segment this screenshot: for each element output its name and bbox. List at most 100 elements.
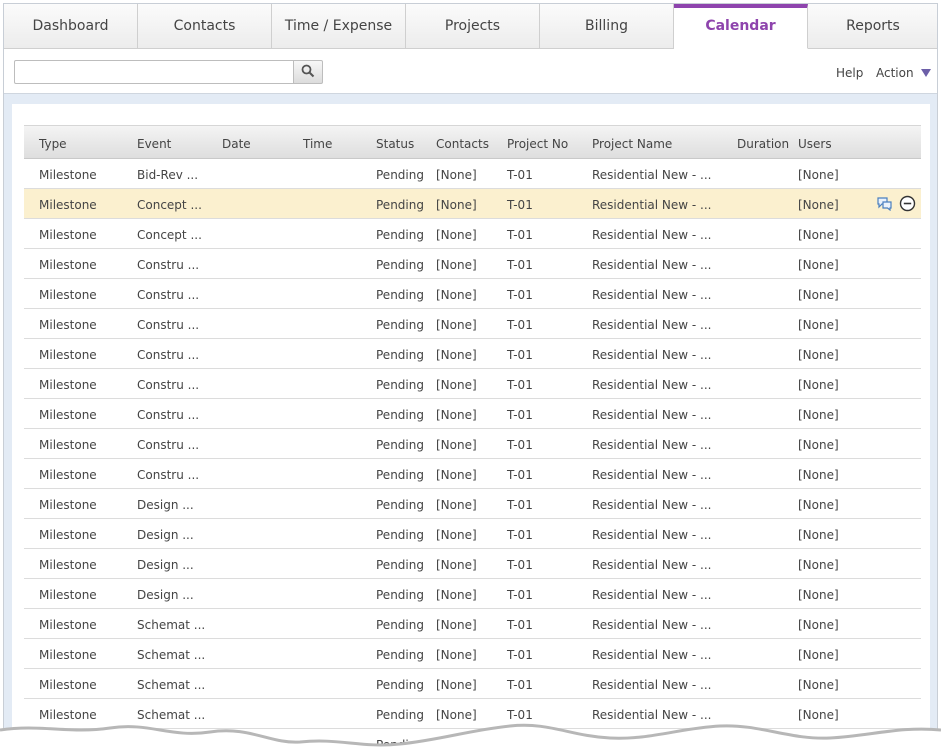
- column-header-type[interactable]: Type: [39, 137, 67, 151]
- table-row[interactable]: Milestone Schemat ... Pending [None] T-01 Res…: [24, 639, 921, 669]
- table-row[interactable]: Milestone Design ... Pending [None] T-01 Resi…: [24, 549, 921, 579]
- tab-reports[interactable]: Reports: [808, 4, 937, 49]
- app-window: Dashboard Contacts Time / Expense Projects B…: [3, 3, 938, 755]
- cell-users: [None]: [798, 168, 839, 182]
- column-header-status[interactable]: Status: [376, 137, 414, 151]
- remove-icon[interactable]: [899, 195, 916, 215]
- cell-project-name: Residential New - ...: [592, 528, 712, 542]
- cell-users: [None]: [798, 318, 839, 332]
- table-row[interactable]: Milestone Bid-Rev ... Pending [None] T-01 Res…: [24, 159, 921, 189]
- cell-users: [None]: [798, 678, 839, 692]
- tab-billing[interactable]: Billing: [540, 4, 674, 49]
- column-header-event[interactable]: Event: [137, 137, 171, 151]
- cell-project-no: T-01: [507, 588, 533, 602]
- cell-users: [None]: [798, 198, 839, 212]
- cell-status: Pending: [376, 678, 424, 692]
- cell-project-no: T-01: [507, 648, 533, 662]
- cell-contacts: [None]: [436, 378, 477, 392]
- cell-project-no: T-01: [507, 498, 533, 512]
- search-input[interactable]: [14, 60, 294, 84]
- table-row[interactable]: Milestone Constru ... Pending [None] T-01 Res…: [24, 399, 921, 429]
- cell-project-no: T-01: [507, 408, 533, 422]
- table-row[interactable]: Milestone Design ... Pending [None] T-01 Resi…: [24, 579, 921, 609]
- cell-project-no: T-01: [507, 558, 533, 572]
- toolbar: Help Action: [4, 49, 937, 94]
- cell-type: Milestone: [39, 168, 97, 182]
- tab-time-expense[interactable]: Time / Expense: [272, 4, 406, 49]
- cell-status: Pending: [376, 588, 424, 602]
- column-header-project-name[interactable]: Project Name: [592, 137, 672, 151]
- cell-project-no: T-01: [507, 528, 533, 542]
- action-menu[interactable]: Action: [876, 66, 931, 80]
- cell-type: Milestone: [39, 348, 97, 362]
- tab-dashboard[interactable]: Dashboard: [4, 4, 138, 49]
- cell-project-name: Residential New - ...: [592, 648, 712, 662]
- table-row[interactable]: Milestone Schemat ... Pending [None] T-01 Res…: [24, 609, 921, 639]
- cell-project-name: Residential New - ...: [592, 558, 712, 572]
- table-row[interactable]: Milestone Constru ... Pending [None] T-01 Res…: [24, 459, 921, 489]
- cell-contacts: [None]: [436, 468, 477, 482]
- grid-body: Milestone Bid-Rev ... Pending [None] T-01 Res…: [24, 159, 921, 754]
- cell-type: Milestone: [39, 558, 97, 572]
- cell-status: Pending: [376, 618, 424, 632]
- cell-users: [None]: [798, 648, 839, 662]
- cell-users: [None]: [798, 348, 839, 362]
- cell-users: [None]: [798, 438, 839, 452]
- table-row[interactable]: Milestone Constru ... Pending [None] T-01 Res…: [24, 309, 921, 339]
- column-header-date[interactable]: Date: [222, 137, 251, 151]
- table-row[interactable]: Milestone Constru ... Pending [None] T-01 Res…: [24, 279, 921, 309]
- help-link[interactable]: Help: [836, 66, 863, 80]
- cell-project-name: Residential New - ...: [592, 258, 712, 272]
- cell-type: Milestone: [39, 648, 97, 662]
- cell-contacts: [None]: [436, 648, 477, 662]
- column-header-contacts[interactable]: Contacts: [436, 137, 489, 151]
- cell-contacts: [None]: [436, 168, 477, 182]
- cell-status: Pending: [376, 648, 424, 662]
- cell-status: Pending: [376, 318, 424, 332]
- table-row[interactable]: Milestone Constru ... Pending [None] T-01 Res…: [24, 339, 921, 369]
- cell-project-no: T-01: [507, 348, 533, 362]
- table-row[interactable]: Milestone Concept ... Pending [None] T-01 Res…: [24, 219, 921, 249]
- tab-contacts[interactable]: Contacts: [138, 4, 272, 49]
- cell-users: [None]: [798, 558, 839, 572]
- cell-event: Constru ...: [137, 378, 200, 392]
- calendar-grid: Type Event Date Time Status Contacts Pro…: [24, 125, 921, 754]
- grid-header: Type Event Date Time Status Contacts Pro…: [24, 125, 921, 159]
- cell-status: Pending: [376, 288, 424, 302]
- table-row[interactable]: Milestone Design ... Pending [None] T-01 Resi…: [24, 519, 921, 549]
- table-row[interactable]: Milestone Concept ... Pending [None] T-01 Res…: [24, 189, 921, 219]
- cell-event: Constru ...: [137, 408, 200, 422]
- cell-event: Bid-Rev ...: [137, 168, 199, 182]
- cell-status: Pending: [376, 198, 424, 212]
- cell-contacts: [None]: [436, 528, 477, 542]
- cell-contacts: [None]: [436, 558, 477, 572]
- cell-users: [None]: [798, 288, 839, 302]
- cell-type: Milestone: [39, 528, 97, 542]
- cell-type: Milestone: [39, 678, 97, 692]
- comment-icon[interactable]: [876, 196, 893, 214]
- cell-event: Constru ...: [137, 438, 200, 452]
- column-header-duration[interactable]: Duration: [737, 137, 789, 151]
- tab-calendar[interactable]: Calendar: [674, 4, 808, 49]
- cell-event: Constru ...: [137, 348, 200, 362]
- table-row[interactable]: Milestone Constru ... Pending [None] T-01 Res…: [24, 429, 921, 459]
- cell-status: Pending: [376, 528, 424, 542]
- cell-contacts: [None]: [436, 198, 477, 212]
- column-header-project-no[interactable]: Project No: [507, 137, 568, 151]
- table-row[interactable]: Milestone Design ... Pending [None] T-01 Resi…: [24, 489, 921, 519]
- column-header-time[interactable]: Time: [303, 137, 332, 151]
- cell-contacts: [None]: [436, 288, 477, 302]
- tab-projects[interactable]: Projects: [406, 4, 540, 49]
- table-row[interactable]: Milestone Constru ... Pending [None] T-01 Res…: [24, 249, 921, 279]
- table-row[interactable]: Milestone Schemat ... Pending [None] T-01 Res…: [24, 669, 921, 699]
- search-button[interactable]: [293, 60, 323, 84]
- cell-users: [None]: [798, 228, 839, 242]
- cell-users: [None]: [798, 468, 839, 482]
- cell-type: Milestone: [39, 228, 97, 242]
- table-row[interactable]: Milestone Constru ... Pending [None] T-01 Res…: [24, 369, 921, 399]
- cell-event: Design ...: [137, 498, 194, 512]
- cell-project-name: Residential New - ...: [592, 168, 712, 182]
- cell-contacts: [None]: [436, 588, 477, 602]
- cell-project-no: T-01: [507, 288, 533, 302]
- column-header-users[interactable]: Users: [798, 137, 832, 151]
